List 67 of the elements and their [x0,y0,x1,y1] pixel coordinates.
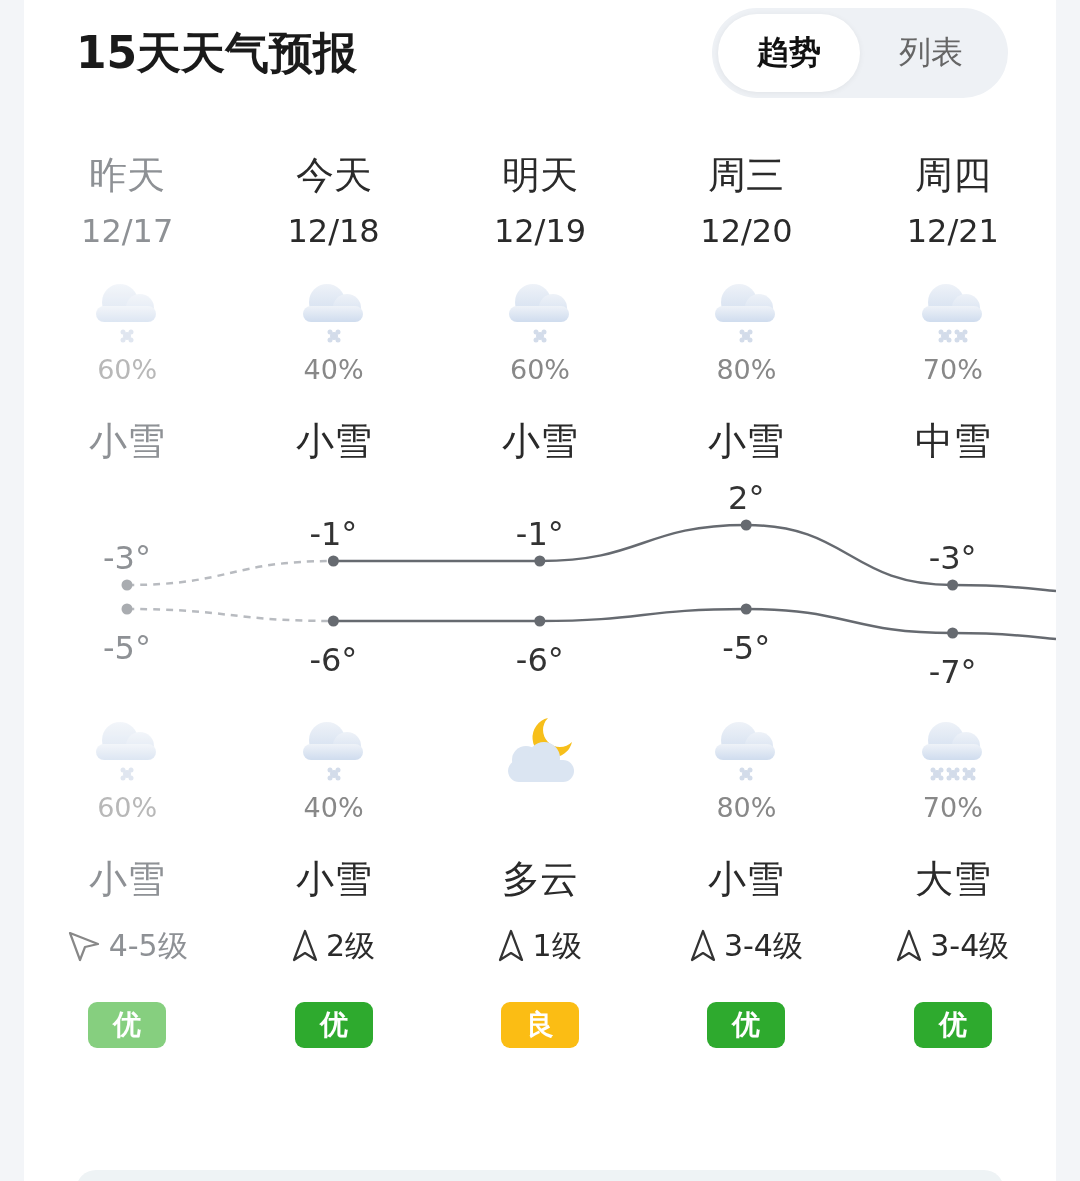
weather-condition: 大雪 [914,856,991,903]
wind-direction-icon [498,929,525,963]
precipitation-chance: 80% [716,791,777,825]
wind-level: 3-4级 [930,926,1010,965]
wind-direction-icon [66,929,101,963]
page-title: 15天天气预报 [76,25,358,80]
low-temperature: -6° [515,641,564,679]
precipitation-chance: 60% [97,791,158,825]
high-temperature: -3° [103,539,151,577]
date-label: 12/20 [700,211,793,252]
weather-condition: 中雪 [914,418,991,465]
high-temperature: -1° [515,515,564,553]
view-tab[interactable]: 趋势 [718,14,860,92]
high-temperature: -3° [928,539,977,577]
temperature-point [947,579,959,591]
weather-condition: 多云 [502,856,578,903]
view-tab[interactable]: 列表 [860,14,1002,92]
weather-condition: 小雪 [708,418,785,465]
weather-condition: 小雪 [295,856,372,903]
precipitation-chance: 60% [97,353,158,387]
precipitation-chance: 40% [303,791,364,825]
precipitation-chance: 40% [303,353,364,387]
weather-condition: 小雪 [89,418,166,465]
day-label: 周四 [914,152,991,199]
low-temperature: -5° [722,629,771,667]
air-quality-badge: 良 [501,1002,579,1048]
low-temperature: -6° [309,641,358,679]
date-label: 12/19 [493,211,587,252]
wind-level: 2级 [326,926,376,965]
temperature-point [327,615,339,627]
air-quality-badge: 优 [707,1002,786,1048]
temperature-point [947,627,959,639]
day-label: 周三 [708,152,785,199]
temperature-point [534,615,546,627]
day-label: 昨天 [89,152,166,199]
wind-level: 3-4级 [723,926,803,965]
wind-direction-icon [689,929,716,963]
day-label: 明天 [502,152,578,199]
air-quality-badge: 优 [88,1002,167,1048]
precipitation-chance: 80% [716,353,777,387]
temperature-point [121,579,133,591]
air-quality-badge: 优 [913,1002,992,1048]
low-temperature: -7° [928,653,977,691]
temperature-point [740,603,752,615]
weather-condition: 小雪 [89,856,166,903]
wind-direction-icon [292,929,319,963]
weather-condition: 小雪 [502,418,578,465]
wind-level: 4-5级 [108,926,188,965]
date-label: 12/18 [287,211,380,252]
precipitation-chance: 60% [510,353,570,387]
weather-condition: 小雪 [708,856,785,903]
wind-direction-icon [896,929,923,963]
high-temperature: -1° [309,515,358,553]
day-label: 今天 [295,152,372,199]
wind-level: 1级 [532,926,582,965]
precipitation-chance: 70% [922,353,983,387]
weather-condition: 小雪 [295,418,372,465]
air-quality-badge: 优 [294,1002,373,1048]
temperature-point [534,555,546,567]
temperature-point [740,519,752,531]
temperature-point [327,555,339,567]
low-temperature: -5° [103,629,151,667]
precipitation-chance: 70% [922,791,983,825]
date-label: 12/17 [81,211,174,252]
date-label: 12/21 [906,211,999,252]
temperature-point [121,603,133,615]
high-temperature: 2° [728,479,765,517]
